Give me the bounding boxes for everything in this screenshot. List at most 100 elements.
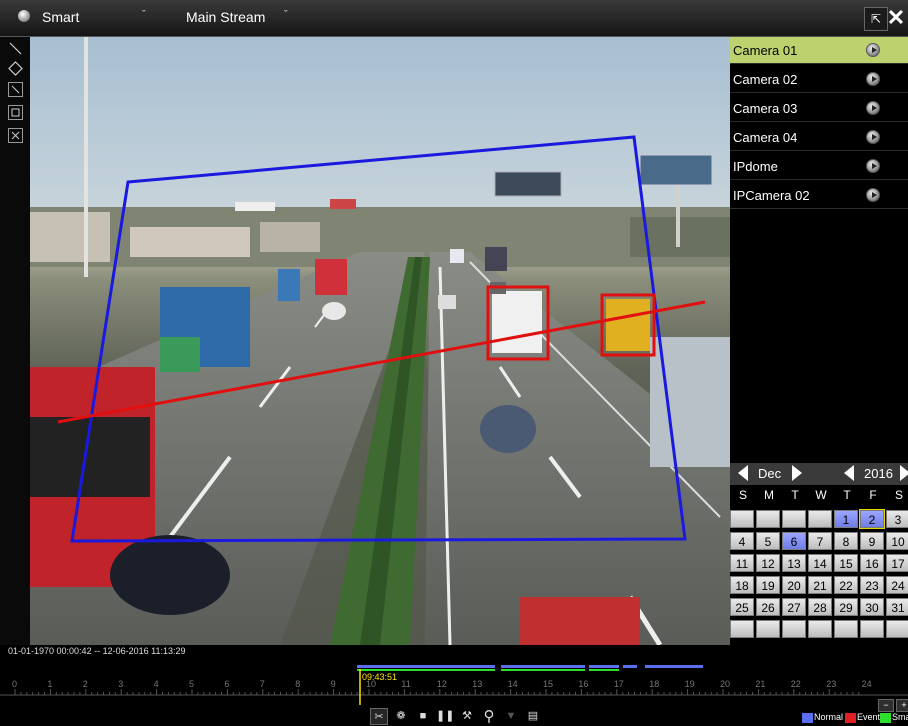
calendar-day[interactable]: 14 bbox=[808, 554, 832, 572]
chevron-down-icon: ˇ bbox=[284, 9, 288, 21]
clear-button[interactable] bbox=[8, 128, 23, 143]
max-size-icon bbox=[11, 108, 20, 117]
play-icon[interactable] bbox=[866, 72, 880, 86]
draw-line-button[interactable] bbox=[8, 41, 23, 56]
calendar-day[interactable]: 1 bbox=[834, 510, 858, 528]
calendar-day bbox=[730, 620, 754, 638]
hour-label: 19 bbox=[684, 679, 695, 689]
next-month-arrow-icon[interactable] bbox=[792, 465, 802, 481]
hour-label: 18 bbox=[649, 679, 660, 689]
calendar-day[interactable]: 8 bbox=[834, 532, 858, 550]
camera-list-item[interactable]: Camera 02 bbox=[730, 66, 908, 93]
calendar-day[interactable]: 31 bbox=[886, 598, 908, 616]
playback-mode-select[interactable]: Smart ˇ bbox=[42, 9, 162, 29]
camera-name: Camera 04 bbox=[733, 130, 798, 145]
storage-button[interactable]: ▤ bbox=[524, 708, 542, 725]
calendar-day[interactable]: 7 bbox=[808, 532, 832, 550]
calendar-day[interactable]: 28 bbox=[808, 598, 832, 616]
hour-label: 22 bbox=[790, 679, 801, 689]
close-button[interactable]: ✕ bbox=[884, 7, 908, 31]
camera-name: IPCamera 02 bbox=[733, 188, 810, 203]
tools-button[interactable]: ⚒ bbox=[458, 708, 476, 725]
play-icon[interactable] bbox=[866, 188, 880, 202]
calendar-day[interactable]: 10 bbox=[886, 532, 908, 550]
zoom-out-button[interactable]: − bbox=[878, 699, 894, 712]
hour-label: 6 bbox=[224, 679, 230, 689]
weekday-header: W bbox=[815, 488, 827, 502]
calendar-day[interactable]: 19 bbox=[756, 576, 780, 594]
calendar-day[interactable]: 24 bbox=[886, 576, 908, 594]
calendar-day[interactable]: 4 bbox=[730, 532, 754, 550]
calendar-weekdays: SMTWTFS bbox=[730, 488, 908, 506]
play-icon[interactable] bbox=[866, 130, 880, 144]
camera-list-item[interactable]: Camera 01 bbox=[730, 37, 908, 64]
draw-rect-button[interactable] bbox=[8, 82, 23, 97]
hour-label: 17 bbox=[613, 679, 624, 689]
settings-button[interactable]: ❁ bbox=[392, 708, 410, 725]
play-icon[interactable] bbox=[866, 43, 880, 57]
calendar-day[interactable]: 2 bbox=[859, 509, 885, 529]
close-icon: ✕ bbox=[886, 5, 906, 30]
smart-search-toolbar bbox=[0, 37, 30, 645]
pause-button[interactable]: ❚❚ bbox=[436, 708, 454, 725]
hour-label: 13 bbox=[472, 679, 483, 689]
calendar-day[interactable]: 5 bbox=[756, 532, 780, 550]
calendar-day[interactable]: 25 bbox=[730, 598, 754, 616]
calendar-day[interactable]: 6 bbox=[782, 532, 806, 550]
play-icon[interactable] bbox=[866, 101, 880, 115]
camera-list-item[interactable]: Camera 04 bbox=[730, 124, 908, 151]
calendar-day[interactable]: 9 bbox=[860, 532, 884, 550]
calendar-day[interactable]: 16 bbox=[860, 554, 884, 572]
hour-label: 16 bbox=[578, 679, 589, 689]
weekday-header: T bbox=[791, 488, 799, 502]
calendar-day[interactable]: 21 bbox=[808, 576, 832, 594]
hour-label: 20 bbox=[720, 679, 731, 689]
calendar-day[interactable]: 30 bbox=[860, 598, 884, 616]
camera-list-item[interactable]: IPdome bbox=[730, 153, 908, 180]
draw-polygon-button[interactable] bbox=[8, 61, 23, 76]
stream-type-select[interactable]: Main Stream ˇ bbox=[186, 9, 296, 29]
calendar-day[interactable]: 11 bbox=[730, 554, 754, 572]
camera-name: Camera 03 bbox=[733, 101, 798, 116]
zoom-in-button[interactable]: + bbox=[896, 699, 908, 712]
storage-icon: ▤ bbox=[527, 710, 539, 722]
calendar-day[interactable]: 17 bbox=[886, 554, 908, 572]
hour-label: 3 bbox=[118, 679, 124, 689]
calendar-day[interactable]: 29 bbox=[834, 598, 858, 616]
camera-list-item[interactable]: IPCamera 02 bbox=[730, 182, 908, 209]
clip-button[interactable]: ✂ bbox=[370, 708, 388, 725]
hour-label: 24 bbox=[861, 679, 872, 689]
calendar-day[interactable]: 22 bbox=[834, 576, 858, 594]
camera-list-item[interactable]: Camera 03 bbox=[730, 95, 908, 122]
draw-polygon-icon bbox=[8, 61, 23, 76]
calendar-day[interactable]: 20 bbox=[782, 576, 806, 594]
prev-year-arrow-icon[interactable] bbox=[844, 465, 854, 481]
calendar-day[interactable]: 27 bbox=[782, 598, 806, 616]
hour-label: 8 bbox=[295, 679, 301, 689]
legend-label: Normal bbox=[814, 712, 844, 722]
hour-label: 7 bbox=[259, 679, 265, 689]
calendar-day bbox=[756, 620, 780, 638]
video-playback-area[interactable] bbox=[30, 37, 730, 645]
calendar-day[interactable]: 3 bbox=[886, 510, 908, 528]
calendar-day bbox=[834, 620, 858, 638]
calendar-day[interactable]: 15 bbox=[834, 554, 858, 572]
next-year-arrow-icon[interactable] bbox=[900, 465, 908, 481]
calendar-day[interactable]: 18 bbox=[730, 576, 754, 594]
calendar-day[interactable]: 13 bbox=[782, 554, 806, 572]
weekday-header: T bbox=[843, 488, 851, 502]
calendar-day[interactable]: 26 bbox=[756, 598, 780, 616]
max-size-button[interactable] bbox=[8, 105, 23, 120]
highway-scene bbox=[30, 37, 730, 645]
timeline-ruler[interactable] bbox=[0, 665, 908, 705]
search-button[interactable]: ⚲ bbox=[480, 708, 498, 725]
calendar-day[interactable]: 12 bbox=[756, 554, 780, 572]
filter-button[interactable]: ▼ bbox=[502, 708, 520, 725]
play-icon[interactable] bbox=[866, 159, 880, 173]
prev-month-arrow-icon[interactable] bbox=[738, 465, 748, 481]
calendar-day[interactable]: 23 bbox=[860, 576, 884, 594]
filter-icon: ▼ bbox=[505, 710, 517, 722]
hour-label: 14 bbox=[507, 679, 518, 689]
hour-label: 15 bbox=[543, 679, 554, 689]
stop-button[interactable]: ■ bbox=[414, 708, 432, 725]
